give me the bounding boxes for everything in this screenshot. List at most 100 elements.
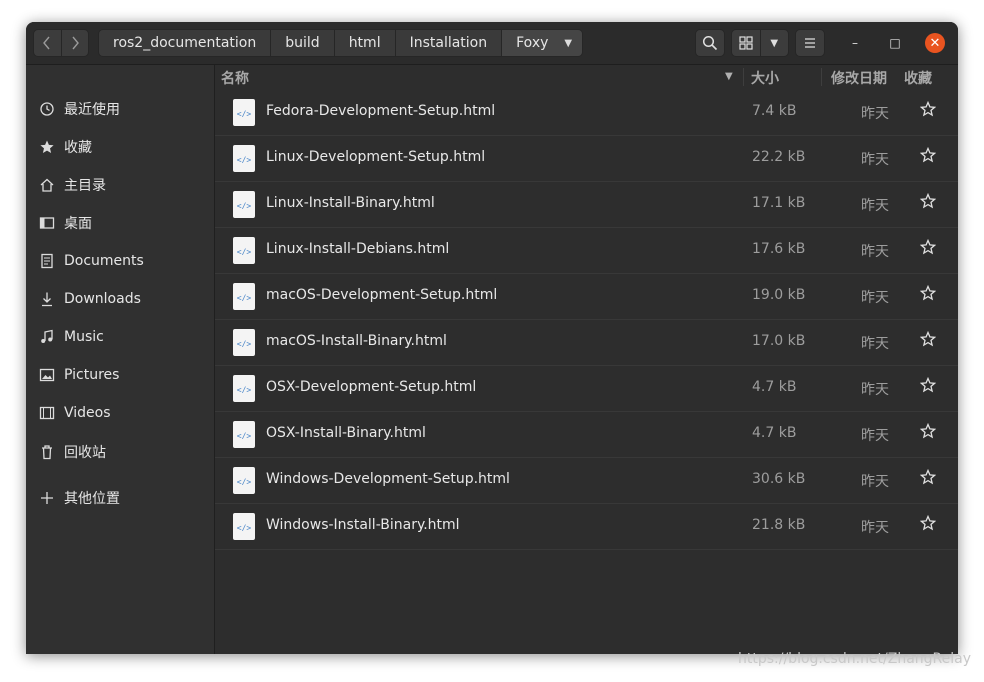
star-outline-icon[interactable]: [920, 101, 936, 117]
view-options-button[interactable]: ▼: [759, 30, 789, 56]
sidebar-item-label: 最近使用: [64, 102, 120, 118]
column-header: 名称 ▼ 大小 修改日期 收藏: [215, 65, 958, 89]
chevron-down-icon: ▼: [564, 37, 573, 49]
sidebar-item-music[interactable]: Music: [26, 322, 214, 352]
watermark: https://blog.csdn.net/ZhangRelay: [738, 651, 972, 667]
sidebar-item-trash[interactable]: 回收站: [26, 437, 214, 467]
star-outline-icon[interactable]: [920, 285, 936, 301]
svg-text:</>: </>: [237, 247, 252, 256]
sidebar-item-documents[interactable]: Documents: [26, 246, 214, 276]
file-modified: 昨天: [861, 382, 889, 398]
svg-text:</>: </>: [237, 339, 252, 348]
path-crumb-html[interactable]: html: [333, 30, 395, 56]
table-row[interactable]: </> Windows-Development-Setup.html 30.6 kB…: [215, 458, 958, 504]
file-size: 30.6 kB: [752, 471, 806, 487]
svg-text:</>: </>: [237, 201, 252, 210]
table-row[interactable]: </> OSX-Development-Setup.html 4.7 kB 昨天: [215, 366, 958, 412]
close-button[interactable]: ✕: [925, 33, 945, 53]
star-outline-icon[interactable]: [920, 515, 936, 531]
file-name: Linux-Install-Binary.html: [266, 195, 435, 211]
file-name: Fedora-Development-Setup.html: [266, 103, 496, 119]
sidebar-item-recent[interactable]: 最近使用: [26, 94, 214, 124]
file-modified: 昨天: [861, 106, 889, 122]
chevron-down-icon: ▼: [770, 37, 779, 49]
table-row[interactable]: </> macOS-Install-Binary.html 17.0 kB 昨天: [215, 320, 958, 366]
path-crumb-build[interactable]: build: [270, 30, 333, 56]
file-name: Linux-Install-Debians.html: [266, 241, 450, 257]
star-outline-icon[interactable]: [920, 193, 936, 209]
html-file-icon: </>: [233, 237, 255, 264]
sidebar-item-label: Downloads: [64, 291, 141, 307]
file-size: 17.0 kB: [752, 333, 806, 349]
star-outline-icon[interactable]: [920, 423, 936, 439]
sidebar-item-pictures[interactable]: Pictures: [26, 360, 214, 390]
path-crumb-foxy-label: Foxy: [516, 35, 549, 51]
svg-text:</>: </>: [237, 431, 252, 440]
picture-icon: [39, 367, 55, 383]
star-outline-icon[interactable]: [920, 469, 936, 485]
star-outline-icon[interactable]: [920, 239, 936, 255]
search-button[interactable]: [695, 29, 725, 57]
table-row[interactable]: </> Linux-Install-Debians.html 17.6 kB 昨天: [215, 228, 958, 274]
main-menu-button[interactable]: [795, 29, 825, 57]
sidebar-item-downloads[interactable]: Downloads: [26, 284, 214, 314]
path-crumb-ros2-documentation[interactable]: ros2_documentation: [99, 30, 270, 56]
file-name: Linux-Development-Setup.html: [266, 149, 486, 165]
sidebar-item-home[interactable]: 主目录: [26, 170, 214, 200]
hamburger-menu-icon: [805, 38, 815, 48]
sidebar-item-label: Documents: [64, 253, 144, 269]
html-file-icon: </>: [233, 467, 255, 494]
sidebar-item-label: 桌面: [64, 216, 92, 232]
trash-icon: [39, 444, 55, 460]
forward-button[interactable]: [60, 30, 89, 56]
search-icon: [702, 35, 718, 51]
sidebar-item-desktop[interactable]: 桌面: [26, 208, 214, 238]
sidebar-item-videos[interactable]: Videos: [26, 398, 214, 428]
path-crumb-foxy[interactable]: Foxy ▼: [501, 30, 583, 56]
sort-descending-icon: ▼: [725, 71, 733, 82]
home-icon: [39, 177, 55, 193]
file-size: 19.0 kB: [752, 287, 806, 303]
html-file-icon: </>: [233, 283, 255, 310]
table-row[interactable]: </> macOS-Development-Setup.html 19.0 kB 昨天: [215, 274, 958, 320]
download-icon: [39, 291, 55, 307]
column-modified-header[interactable]: 修改日期: [831, 68, 887, 88]
svg-text:</>: </>: [237, 385, 252, 394]
grid-view-button[interactable]: [732, 30, 760, 56]
path-crumb-installation[interactable]: Installation: [394, 30, 502, 56]
file-name: Windows-Install-Binary.html: [266, 517, 460, 533]
minimize-button[interactable]: –: [845, 33, 865, 53]
table-row[interactable]: </> Windows-Install-Binary.html 21.8 kB 昨天: [215, 504, 958, 550]
file-modified: 昨天: [861, 336, 889, 352]
sidebar-item-starred[interactable]: 收藏: [26, 132, 214, 162]
navigation-buttons: [33, 29, 89, 57]
sidebar-item-label: Videos: [64, 405, 111, 421]
star-outline-icon[interactable]: [920, 147, 936, 163]
svg-text:</>: </>: [237, 477, 252, 486]
star-outline-icon[interactable]: [920, 331, 936, 347]
file-size: 17.1 kB: [752, 195, 806, 211]
file-modified: 昨天: [861, 198, 889, 214]
table-row[interactable]: </> Fedora-Development-Setup.html 7.4 kB 昨天: [215, 90, 958, 136]
column-starred-header[interactable]: 收藏: [904, 68, 932, 88]
file-size: 17.6 kB: [752, 241, 806, 257]
chevron-right-icon: [72, 36, 79, 50]
column-size-header[interactable]: 大小: [751, 68, 779, 88]
column-name-header[interactable]: 名称: [221, 68, 249, 88]
sidebar-item-label: 回收站: [64, 445, 106, 461]
chevron-left-icon: [43, 36, 50, 50]
html-file-icon: </>: [233, 513, 255, 540]
sidebar-item-other-locations[interactable]: 其他位置: [26, 483, 214, 513]
maximize-button[interactable]: □: [885, 33, 905, 53]
document-icon: [39, 253, 55, 269]
file-size: 4.7 kB: [752, 379, 797, 395]
desktop-icon: [39, 215, 55, 231]
table-row[interactable]: </> Linux-Install-Binary.html 17.1 kB 昨天: [215, 182, 958, 228]
sidebar-item-label: 其他位置: [64, 491, 120, 507]
star-outline-icon[interactable]: [920, 377, 936, 393]
clock-icon: [39, 101, 55, 117]
file-size: 21.8 kB: [752, 517, 806, 533]
back-button[interactable]: [34, 30, 61, 56]
table-row[interactable]: </> Linux-Development-Setup.html 22.2 kB 昨天: [215, 136, 958, 182]
table-row[interactable]: </> OSX-Install-Binary.html 4.7 kB 昨天: [215, 412, 958, 458]
